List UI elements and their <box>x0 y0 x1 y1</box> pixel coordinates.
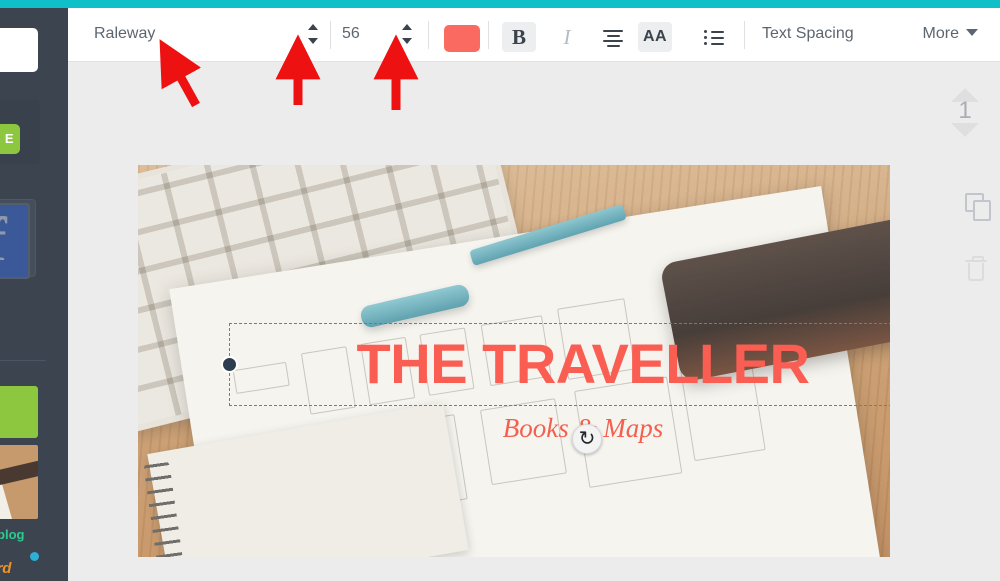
bullet-list-icon <box>704 30 724 45</box>
wizard-logo-text: izard <box>0 560 12 577</box>
bold-button[interactable]: B <box>502 22 536 52</box>
text-color-swatch[interactable] <box>444 25 480 52</box>
sidebar-card-white[interactable] <box>0 28 38 72</box>
editor-window: E f ook lyblog izard Raleway <box>0 0 1000 581</box>
design-canvas[interactable]: THE TRAVELLER Books & Maps ↻ <box>138 165 890 557</box>
font-size-selector[interactable]: 56 <box>342 25 360 43</box>
toolbar-divider-4 <box>744 21 745 49</box>
stepper-up-icon[interactable] <box>308 24 318 30</box>
canvas-area[interactable]: THE TRAVELLER Books & Maps ↻ <box>68 61 1000 581</box>
sidebar-facebook-card[interactable]: f <box>0 199 36 281</box>
blog-label: blog <box>0 527 25 542</box>
thumb-phone <box>0 459 38 490</box>
layer-number: 1 <box>930 97 1000 125</box>
move-layer-down-button[interactable] <box>930 123 1000 155</box>
move-layer-up-button[interactable] <box>930 71 1000 102</box>
sidebar-divider <box>0 360 46 361</box>
font-family-stepper[interactable] <box>308 22 320 46</box>
text-case-button[interactable]: AA <box>638 22 672 52</box>
facebook-letter: f <box>0 209 7 271</box>
layer-number-label: 1 <box>958 97 972 124</box>
wizard-logo-dot <box>30 552 39 561</box>
text-spacing-button[interactable]: Text Spacing <box>762 25 854 43</box>
rotate-handle[interactable]: ↻ <box>572 424 602 454</box>
sidebar-green-button[interactable]: E <box>0 124 20 154</box>
headline-text[interactable]: THE TRAVELLER <box>229 327 890 401</box>
font-family-selector[interactable]: Raleway <box>94 25 155 43</box>
subline-text[interactable]: Books & Maps <box>229 413 890 444</box>
toolbar-divider-1 <box>330 21 331 49</box>
stepper-down-icon[interactable] <box>308 38 318 44</box>
toolbar-divider-2 <box>428 21 429 49</box>
layer-tools-sidebar: 1 <box>930 61 1000 581</box>
facebook-icon: f <box>0 203 30 279</box>
align-center-icon <box>603 30 623 47</box>
triangle-down-icon <box>951 123 979 154</box>
top-accent-bar <box>0 0 1000 8</box>
sidebar-wizard-logo[interactable]: izard <box>0 552 39 578</box>
more-options-button[interactable]: More <box>923 25 978 43</box>
rotate-handle-icon: ↻ <box>578 428 596 450</box>
bullet-list-button[interactable] <box>697 22 731 52</box>
sidebar-green-thumb[interactable] <box>0 386 38 438</box>
italic-button[interactable]: I <box>550 22 584 52</box>
sidebar-blog-row[interactable]: lyblog <box>0 526 24 544</box>
thumb-paper <box>0 481 13 519</box>
resize-handle-left[interactable] <box>221 356 238 373</box>
more-label: More <box>922 25 959 42</box>
sidebar-photo-thumb[interactable] <box>0 445 38 519</box>
chevron-down-icon <box>966 29 978 36</box>
font-size-stepper[interactable] <box>402 22 414 46</box>
left-sidebar[interactable]: E f ook lyblog izard <box>0 8 68 581</box>
stepper-up-icon[interactable] <box>402 24 412 30</box>
text-formatting-toolbar: Raleway 56 B I AA Text Spacing More <box>68 8 1000 62</box>
align-center-button[interactable] <box>596 22 630 52</box>
stepper-down-icon[interactable] <box>402 38 412 44</box>
toolbar-divider-3 <box>488 21 489 49</box>
